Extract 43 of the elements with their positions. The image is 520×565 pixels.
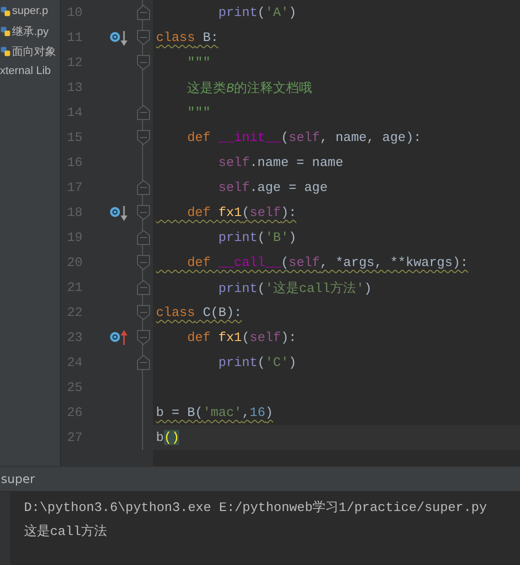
code-line: def fx1(self): (186, 330, 296, 345)
run-panel-title[interactable]: super (1, 472, 35, 486)
code-line: """ (186, 55, 211, 70)
fold-end-icon[interactable] (136, 5, 150, 20)
override-down-arrow-icon[interactable] (109, 204, 129, 220)
console-output-line: D:\python3.6\python3.exe E:/pythonweb学习1/practice/super.py (24, 499, 487, 517)
override-up-arrow-icon[interactable] (109, 330, 129, 346)
fold-collapse-icon[interactable] (136, 205, 150, 220)
code-line: print('这是call方法') (217, 280, 372, 296)
code-line: self.name = name (217, 155, 344, 170)
code-line: def fx1(self): (186, 205, 296, 220)
python-file-icon (0, 46, 11, 56)
override-down-arrow-icon[interactable] (109, 30, 129, 46)
python-file-icon (0, 6, 11, 16)
fold-end-icon[interactable] (136, 105, 150, 120)
code-line: print('B') (217, 230, 296, 245)
code-line: class C(B): (156, 305, 242, 320)
fold-collapse-icon[interactable] (136, 55, 150, 70)
code-line: print('A') (217, 5, 296, 20)
code-line: b() (156, 430, 180, 445)
project-tree-item[interactable]: super.p (12, 5, 48, 17)
fold-end-icon[interactable] (136, 355, 150, 370)
fold-collapse-icon[interactable] (136, 330, 150, 345)
code-line: 这是类B的注释文档哦 (186, 80, 312, 96)
code-line: b = B('mac',16) (156, 405, 274, 420)
python-file-icon (0, 26, 11, 36)
project-tree-item[interactable]: xternal Lib (0, 65, 51, 77)
code-line: print('C') (217, 355, 296, 370)
code-line: def __init__(self, name, age): (186, 130, 422, 145)
fold-end-icon[interactable] (136, 280, 150, 295)
fold-collapse-icon[interactable] (136, 30, 150, 45)
code-line: self.age = age (217, 180, 328, 195)
fold-collapse-icon[interactable] (136, 255, 150, 270)
fold-collapse-icon[interactable] (136, 305, 150, 320)
fold-end-icon[interactable] (136, 180, 150, 195)
code-line: """ (186, 105, 211, 120)
console-output-line: 这是call方法 (24, 523, 108, 541)
code-line: def __call__(self, *args, **kwargs): (186, 255, 468, 270)
fold-end-icon[interactable] (136, 230, 150, 245)
fold-collapse-icon[interactable] (136, 130, 150, 145)
project-tree-item[interactable]: 继承.py (12, 24, 49, 38)
code-line: class B: (156, 30, 218, 45)
project-tree-item[interactable]: 面向对象 (12, 44, 56, 58)
